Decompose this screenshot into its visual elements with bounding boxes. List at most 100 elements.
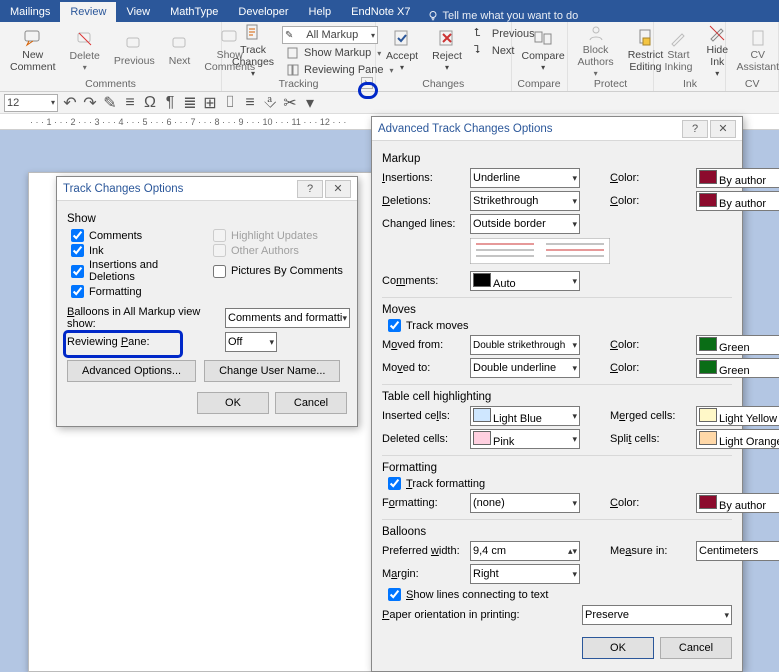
close-button[interactable]: ✕ [710, 120, 736, 138]
balloons-select[interactable]: Comments and formatting▾ [225, 308, 350, 328]
chk-insertions-deletions[interactable]: Insertions and Deletions [71, 259, 205, 283]
close-button[interactable]: ✕ [325, 180, 351, 198]
chk-comments[interactable]: Comments [71, 229, 205, 242]
sel-moved-to-color[interactable]: Green▾ [696, 358, 779, 378]
group-cv: CV Assistant CV [726, 22, 779, 91]
reject-button[interactable]: Reject▾ [426, 24, 468, 78]
change-user-name-button[interactable]: Change User Name... [204, 360, 340, 382]
pane-select[interactable]: Off▾ [225, 332, 277, 352]
advanced-track-changes-dialog: Advanced Track Changes Options ? ✕ Marku… [371, 116, 743, 672]
sel-margin[interactable]: Right▾ [470, 564, 580, 584]
sel-paper-orientation[interactable]: Preserve▾ [582, 605, 732, 625]
delete-comment-button[interactable]: Delete ▾ [64, 24, 106, 78]
sel-merged-cells[interactable]: Light Yellow▾ [696, 406, 779, 426]
cv-assistant-button[interactable]: CV Assistant [730, 24, 779, 78]
qat-icon[interactable]: ¶ [162, 95, 178, 111]
tab-review[interactable]: Review [60, 2, 116, 22]
next-comment-button[interactable]: Next [163, 24, 197, 78]
lbl-moved-to: Moved to: [382, 362, 478, 374]
reviewing-pane-button[interactable]: Reviewing Pane [282, 62, 398, 78]
sel-deleted-cells[interactable]: Pink▾ [470, 429, 580, 449]
balloons-label: Balloons in All Markup view show: [67, 306, 219, 330]
qat-icon[interactable]: ↷ [82, 95, 98, 111]
sel-measure-in[interactable]: Centimeters▾ [696, 541, 779, 561]
chk-formatting[interactable]: Formatting [71, 285, 205, 298]
advanced-options-button[interactable]: Advanced Options... [67, 360, 196, 382]
tell-me[interactable]: Tell me what you want to do [427, 10, 579, 22]
tab-help[interactable]: Help [299, 2, 342, 22]
qat-icon[interactable]: ⎀ [262, 95, 278, 111]
help-button[interactable]: ? [297, 180, 323, 198]
qat-icon[interactable]: ▾ [302, 95, 318, 111]
dialog1-ok-button[interactable]: OK [197, 392, 269, 414]
sel-changed-lines[interactable]: Outside border▾ [470, 214, 580, 234]
qat-icon[interactable]: ⌷ [222, 95, 238, 111]
sel-moved-to[interactable]: Double underline▾ [470, 358, 580, 378]
group-protect: Block Authors▾ Restrict Editing Protect [568, 22, 655, 91]
dialog-titlebar[interactable]: Track Changes Options ? ✕ [57, 177, 357, 201]
compare-icon [533, 29, 553, 49]
chk-show-lines[interactable]: Show lines connecting to text [388, 588, 732, 601]
group-label-tracking: Tracking [226, 78, 371, 92]
chk-pictures[interactable]: Pictures By Comments [213, 259, 347, 283]
dialog2-ok-button[interactable]: OK [582, 637, 654, 659]
chk-track-formatting[interactable]: Track formatting [388, 477, 732, 490]
sel-insertions-color[interactable]: By author▾ [696, 168, 779, 188]
sel-formatting-color[interactable]: By author▾ [696, 493, 779, 513]
chk-track-moves[interactable]: Track moves [388, 319, 732, 332]
track-changes-icon [243, 23, 263, 43]
tab-mailings[interactable]: Mailings [0, 2, 60, 22]
dialog2-cancel-button[interactable]: Cancel [660, 637, 732, 659]
group-label-ink: Ink [658, 78, 721, 92]
sel-comments[interactable]: Auto▾ [470, 271, 580, 291]
start-inking-icon [668, 28, 688, 48]
spin-preferred-width[interactable]: 9,4 cm▴▾ [470, 541, 580, 561]
chk-other-authors: Other Authors [213, 244, 347, 257]
restrict-editing-icon [635, 28, 655, 48]
reject-icon [437, 29, 457, 49]
lbl-preferred-width: Preferred width: [382, 545, 478, 557]
show-markup-button[interactable]: Show Markup [282, 45, 398, 61]
sel-deletions[interactable]: Strikethrough▾ [470, 191, 580, 211]
display-for-review-select[interactable]: ✎ All Markup▾ [282, 26, 378, 44]
lbl-measure-in: Measure in: [610, 545, 706, 557]
group-comments: New Comment Delete ▾ Previous Next Show … [0, 22, 222, 91]
font-size-select[interactable]: 12▾ [4, 94, 58, 112]
section-balloons: Balloons [382, 526, 732, 538]
hide-ink-icon [707, 23, 727, 43]
sel-formatting[interactable]: (none)▾ [470, 493, 580, 513]
tab-developer[interactable]: Developer [228, 2, 298, 22]
previous-comment-button[interactable]: Previous [108, 24, 161, 78]
sel-inserted-cells[interactable]: Light Blue▾ [470, 406, 580, 426]
tab-view[interactable]: View [116, 2, 160, 22]
qat-icon[interactable]: ✂ [282, 95, 298, 111]
new-comment-button[interactable]: New Comment [4, 24, 62, 78]
track-changes-button[interactable]: Track Changes ▾ [226, 24, 280, 78]
tab-mathtype[interactable]: MathType [160, 2, 228, 22]
sel-split-cells[interactable]: Light Orange▾ [696, 429, 779, 449]
qat-icon[interactable]: ≡ [122, 95, 138, 111]
compare-button[interactable]: Compare▾ [516, 24, 571, 78]
tracking-dialog-launcher[interactable]: ↘ [361, 77, 373, 89]
start-inking-button[interactable]: Start Inking [658, 24, 698, 78]
sel-moved-from[interactable]: Double strikethrough▾ [470, 335, 580, 355]
chk-ink[interactable]: Ink [71, 244, 205, 257]
lbl-color1: Color: [610, 172, 706, 184]
dialog2-titlebar[interactable]: Advanced Track Changes Options ? ✕ [372, 117, 742, 141]
section-tch: Table cell highlighting [382, 391, 732, 403]
chk-highlight: Highlight Updates [213, 229, 347, 242]
sel-moved-from-color[interactable]: Green▾ [696, 335, 779, 355]
qat-icon[interactable]: ⊞ [202, 95, 218, 111]
qat-icon[interactable]: ≣ [182, 95, 198, 111]
qat-icon[interactable]: ≡ [242, 95, 258, 111]
tab-endnote[interactable]: EndNote X7 [341, 2, 420, 22]
dialog1-cancel-button[interactable]: Cancel [275, 392, 347, 414]
qat-icon[interactable]: ✎ [102, 95, 118, 111]
qat-icon[interactable]: Ω [142, 95, 158, 111]
sel-deletions-color[interactable]: By author▾ [696, 191, 779, 211]
group-label-cv: CV [730, 78, 774, 92]
qat-icon[interactable]: ↶ [62, 95, 78, 111]
sel-insertions[interactable]: Underline▾ [470, 168, 580, 188]
block-authors-button[interactable]: Block Authors▾ [572, 24, 620, 78]
help-button[interactable]: ? [682, 120, 708, 138]
